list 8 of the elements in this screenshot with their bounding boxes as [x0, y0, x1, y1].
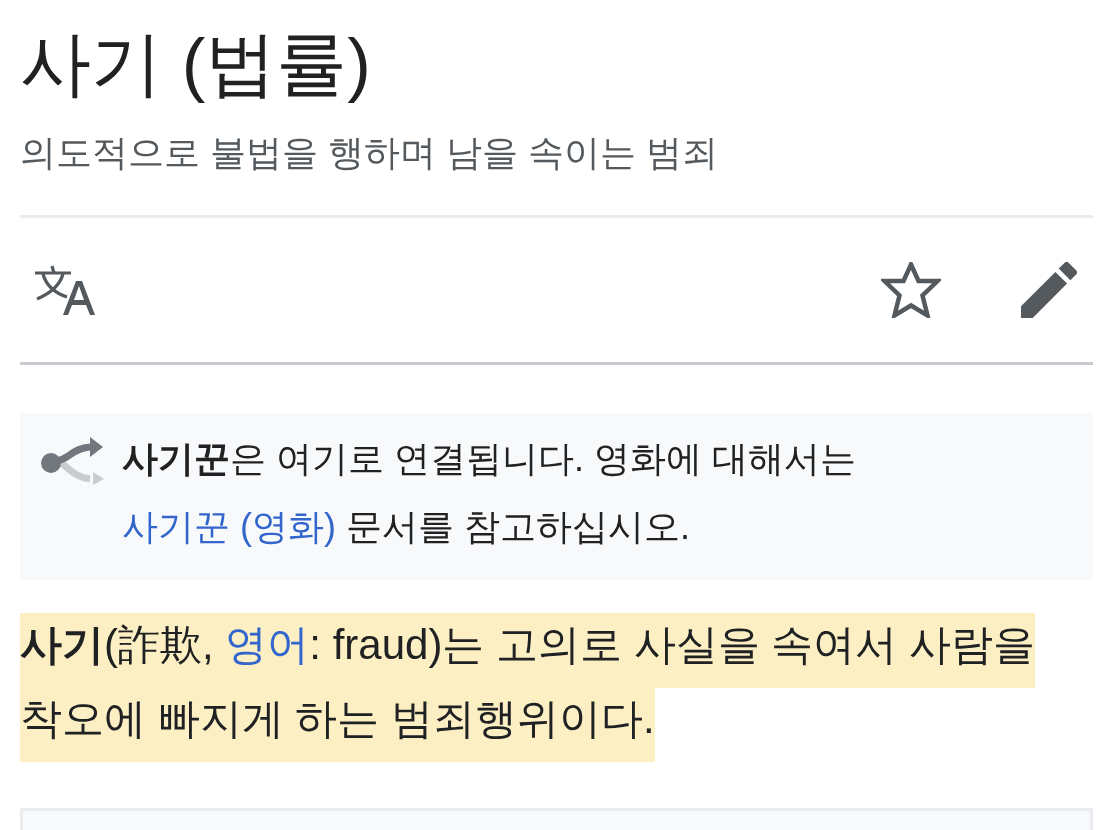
page-description: 의도적으로 불법을 행하며 남을 속이는 범죄	[20, 131, 719, 175]
pencil-icon	[1021, 262, 1077, 318]
page-title: 사기 (법률)	[20, 23, 372, 105]
translate-icon	[35, 265, 97, 315]
article-link[interactable]: 사기꾼 (영화)	[122, 506, 336, 547]
redirect-arrow-icon	[40, 437, 104, 485]
hatnote-text: 사기꾼은 여기로 연결됩니다. 영화에 대해서는 사기꾼 (영화) 문서를 참고하십시오.	[122, 437, 857, 549]
language-link[interactable]: 영어	[225, 621, 310, 668]
